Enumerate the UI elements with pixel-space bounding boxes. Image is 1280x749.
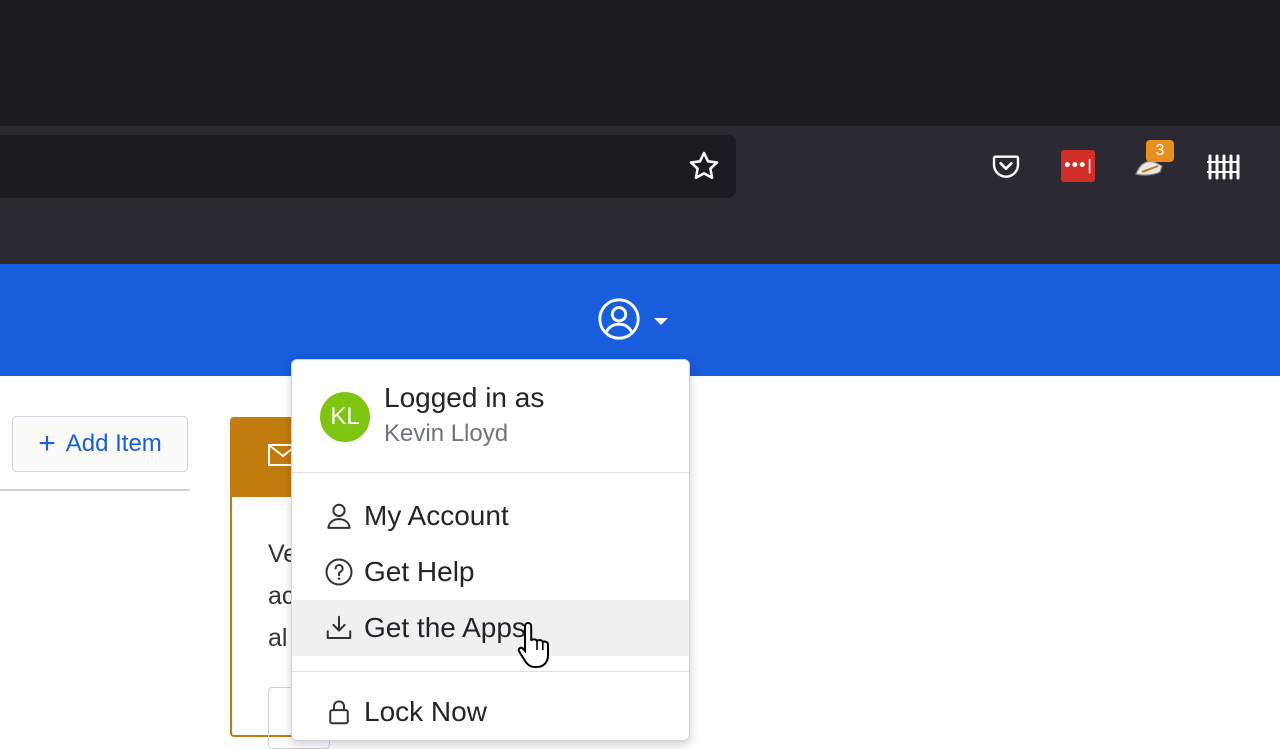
avatar: KL xyxy=(320,392,370,442)
add-item-button[interactable]: + Add Item xyxy=(12,416,188,472)
menu-item-label: Get Help xyxy=(364,556,475,587)
user-icon xyxy=(322,501,356,531)
chevron-down-icon xyxy=(654,317,668,325)
menu-item-get-the-apps[interactable]: Get the Apps xyxy=(292,600,689,656)
bookmark-star-icon[interactable] xyxy=(686,148,722,184)
dropdown-header: KL Logged in as Kevin Lloyd xyxy=(292,360,689,473)
lastpass-icon[interactable]: •••| xyxy=(1058,146,1098,186)
menu-item-label: Lock Now xyxy=(364,696,487,727)
hand-pointer-icon xyxy=(516,620,554,674)
card-text-line: al xyxy=(268,624,288,652)
lock-icon xyxy=(322,697,356,727)
profile-dropdown: KL Logged in as Kevin Lloyd My Account G… xyxy=(291,359,690,741)
plus-icon: + xyxy=(38,427,56,460)
logged-in-label: Logged in as xyxy=(384,382,545,413)
profile-menu-button[interactable] xyxy=(596,298,672,344)
menu-item-get-help[interactable]: Get Help xyxy=(292,544,689,600)
menu-item-label: Get the Apps xyxy=(364,612,526,643)
user-name: Kevin Lloyd xyxy=(384,420,509,447)
question-circle-icon xyxy=(322,557,356,587)
menu-item-lock-now[interactable]: Lock Now xyxy=(292,684,689,740)
address-bar[interactable] xyxy=(0,135,736,198)
pocket-icon[interactable] xyxy=(986,146,1026,186)
divider xyxy=(0,489,190,491)
extension-badge: 3 xyxy=(1146,140,1174,162)
menu-item-label: My Account xyxy=(364,500,509,531)
library-icon[interactable] xyxy=(1202,146,1242,186)
divider xyxy=(292,671,689,672)
menu-item-my-account[interactable]: My Account xyxy=(292,488,689,544)
download-icon xyxy=(322,613,356,643)
user-circle-icon xyxy=(596,296,642,346)
lastpass-label: •••| xyxy=(1061,150,1095,182)
browser-titlebar xyxy=(0,0,1280,126)
add-item-label: Add Item xyxy=(65,430,162,457)
